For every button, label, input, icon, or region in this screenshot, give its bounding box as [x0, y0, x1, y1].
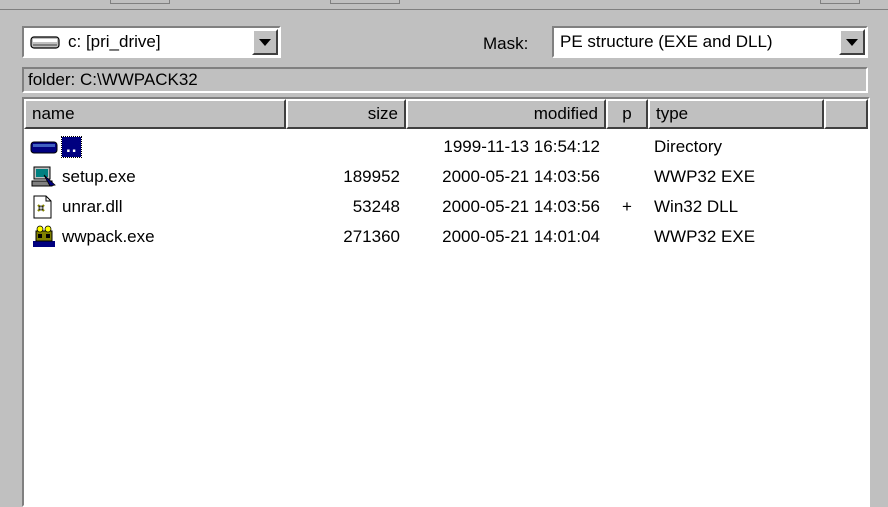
mask-label: Mask:	[483, 34, 529, 53]
file-type: Win32 DLL	[654, 197, 739, 216]
drive-icon	[30, 34, 60, 50]
chevron-down-icon	[846, 38, 858, 46]
file-size: 189952	[343, 167, 400, 186]
drive-label: c: [pri_drive]	[68, 32, 161, 51]
file-name-cell: unrar.dll	[24, 192, 286, 222]
chevron-down-icon	[259, 38, 271, 46]
column-header-name[interactable]: name	[24, 99, 286, 129]
wwpack-exe-icon	[30, 224, 58, 250]
column-header-p[interactable]: p	[606, 99, 648, 129]
toolbar-stub	[110, 0, 170, 4]
drive-dropdown-button[interactable]	[252, 29, 278, 55]
column-header-type[interactable]: type	[648, 99, 824, 129]
file-type: WWP32 EXE	[654, 167, 756, 186]
file-name: unrar.dll	[62, 197, 123, 216]
drive-select[interactable]: c: [pri_drive]	[22, 26, 281, 58]
file-size: 271360	[343, 227, 400, 246]
toolbar-stub	[820, 0, 860, 4]
file-modified: 2000-05-21 14:03:56	[442, 167, 600, 186]
column-header-filler	[824, 99, 868, 129]
file-modified: 1999-11-13 16:54:12	[443, 137, 600, 156]
window-top-edge	[0, 0, 888, 10]
file-size	[286, 132, 406, 162]
file-modified: 2000-05-21 14:01:04	[442, 227, 600, 246]
file-row[interactable]: wwpack.exe 271360 2000-05-21 14:01:04 WW…	[24, 222, 868, 252]
setup-exe-icon	[30, 164, 58, 190]
file-row[interactable]: setup.exe 189952 2000-05-21 14:03:56 WWP…	[24, 162, 868, 192]
mask-select[interactable]: PE structure (EXE and DLL)	[552, 26, 868, 58]
file-name-cell: ..	[24, 132, 286, 162]
file-name-cell: setup.exe	[24, 162, 286, 192]
toolbar-stub	[330, 0, 400, 4]
file-name: wwpack.exe	[62, 227, 155, 246]
file-type: WWP32 EXE	[654, 227, 756, 246]
file-type: Directory	[654, 137, 723, 156]
file-name-cell: wwpack.exe	[24, 222, 286, 252]
column-header: name size modified p type	[24, 99, 868, 129]
dll-file-icon	[30, 194, 58, 220]
parent-folder-icon	[30, 134, 58, 160]
file-row[interactable]: .. 1999-11-13 16:54:12 Directory	[24, 132, 868, 162]
drive-select-value: c: [pri_drive]	[24, 28, 252, 56]
folder-path: folder: C:\WWPACK32	[22, 67, 868, 93]
file-modified: 2000-05-21 14:03:56	[442, 197, 600, 216]
mask-select-value: PE structure (EXE and DLL)	[560, 32, 773, 51]
file-list[interactable]: name size modified p type .. 1999-11-13 …	[22, 97, 870, 507]
file-name: setup.exe	[62, 167, 136, 186]
file-packed-flag: +	[622, 197, 632, 216]
mask-dropdown-button[interactable]	[839, 29, 865, 55]
file-row[interactable]: unrar.dll 53248 2000-05-21 14:03:56 + Wi…	[24, 192, 868, 222]
file-packed-flag	[606, 162, 648, 192]
column-header-modified[interactable]: modified	[406, 99, 606, 129]
file-name: ..	[60, 136, 83, 158]
column-header-size[interactable]: size	[286, 99, 406, 129]
file-packed-flag	[606, 222, 648, 252]
file-size: 53248	[352, 197, 400, 216]
file-packed-flag	[606, 132, 648, 162]
